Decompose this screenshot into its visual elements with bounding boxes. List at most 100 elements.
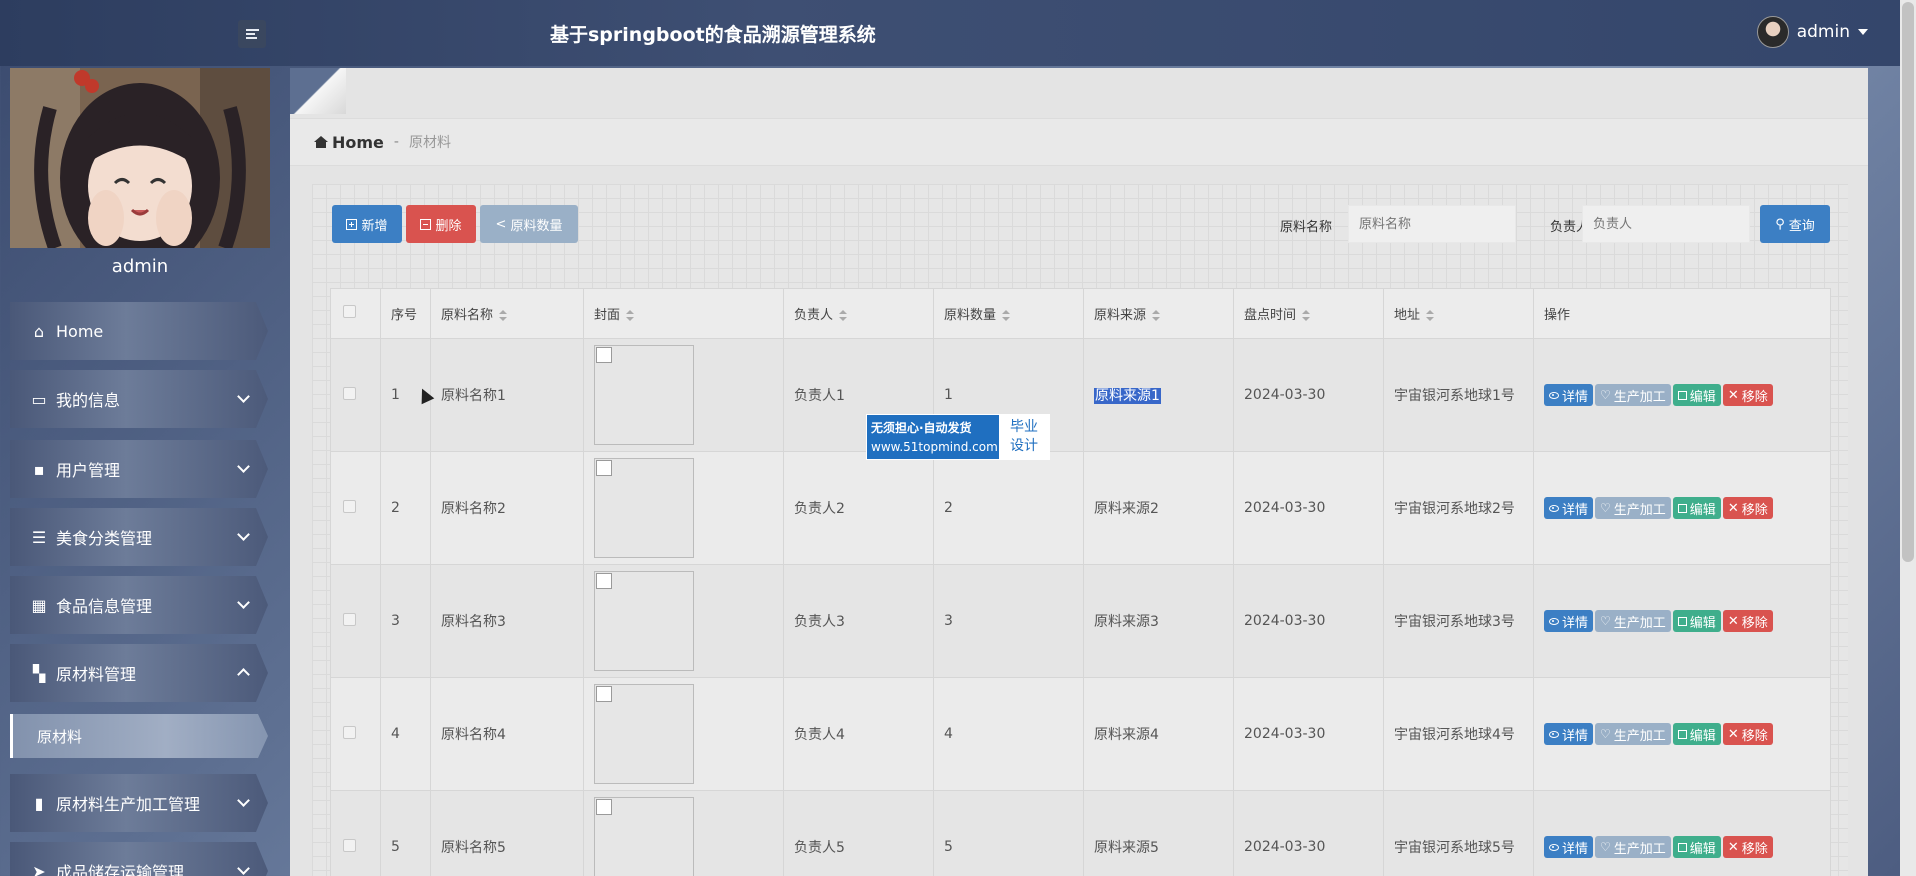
remove-button[interactable]: ✕ 移除 bbox=[1722, 497, 1773, 519]
row-checkbox[interactable] bbox=[343, 725, 356, 739]
produce-button[interactable]: ♡ 生产加工 bbox=[1595, 497, 1671, 519]
page-curl-decoration bbox=[290, 68, 346, 114]
sidebar-item-food-info[interactable]: ▦ 食品信息管理 bbox=[10, 576, 268, 634]
edit-label: 编辑 bbox=[1689, 841, 1716, 857]
edit-button[interactable]: 编辑 bbox=[1672, 497, 1721, 519]
cell-index: 5 bbox=[391, 839, 400, 855]
chevron-down-icon bbox=[237, 596, 250, 609]
column-header[interactable]: 盘点时间 bbox=[1233, 288, 1384, 339]
column-header: 序号 bbox=[380, 288, 431, 339]
edit-button[interactable]: 编辑 bbox=[1672, 836, 1721, 858]
breadcrumb-home[interactable]: Home bbox=[314, 133, 384, 152]
detail-button[interactable]: 详情 bbox=[1544, 497, 1594, 519]
edit-button[interactable]: 编辑 bbox=[1672, 723, 1721, 745]
detail-label: 详情 bbox=[1562, 502, 1589, 518]
top-bar: 基于springboot的食品溯源管理系统 admin bbox=[0, 0, 1916, 66]
cell-quantity: 4 bbox=[944, 726, 953, 742]
produce-button[interactable]: ♡ 生产加工 bbox=[1595, 723, 1671, 745]
remove-button[interactable]: ✕ 移除 bbox=[1722, 384, 1773, 406]
detail-button[interactable]: 详情 bbox=[1544, 384, 1594, 406]
sidebar-item-home[interactable]: ⌂ Home bbox=[10, 302, 268, 360]
share-icon: < bbox=[495, 216, 507, 232]
sidebar-item-food-category[interactable]: ☰ 美食分类管理 bbox=[10, 508, 268, 566]
table-row[interactable]: 3 原料名称3 负责人3 3 原料来源3 2024-03-30 宇宙银河系地球3号 详情 ♡ 生产… bbox=[330, 564, 1831, 678]
remove-button[interactable]: ✕ 移除 bbox=[1722, 723, 1773, 745]
edit-icon bbox=[1677, 729, 1687, 739]
close-icon: ✕ bbox=[1727, 500, 1739, 516]
sidebar-subitem-raw-material[interactable]: 原材料 bbox=[10, 714, 268, 758]
row-checkbox[interactable] bbox=[343, 612, 356, 626]
heart-icon: ♡ bbox=[1600, 501, 1611, 515]
cover-image bbox=[594, 458, 694, 558]
sort-icon[interactable] bbox=[626, 309, 635, 322]
column-header[interactable]: 负责人 bbox=[783, 288, 934, 339]
edit-icon bbox=[1677, 616, 1687, 626]
sidebar-item-label: 美食分类管理 bbox=[56, 529, 153, 548]
cell-index: 2 bbox=[391, 500, 400, 516]
detail-label: 详情 bbox=[1562, 728, 1589, 744]
row-checkbox[interactable] bbox=[343, 838, 356, 852]
quantity-button[interactable]: < 原料数量 bbox=[480, 205, 578, 243]
sidebar-item-processing[interactable]: ▮ 原材料生产加工管理 bbox=[10, 774, 268, 832]
cell-index: 4 bbox=[391, 726, 400, 742]
scrollbar-thumb[interactable] bbox=[1902, 2, 1914, 562]
produce-button[interactable]: ♡ 生产加工 bbox=[1595, 836, 1671, 858]
sidebar-item-storage[interactable]: ➤ 成品储存运输管理 bbox=[10, 842, 268, 876]
column-header: 操作 bbox=[1533, 288, 1831, 339]
cell-source: 原料来源2 bbox=[1094, 501, 1159, 517]
table-row[interactable]: 5 原料名称5 负责人5 5 原料来源5 2024-03-30 宇宙银河系地球5号 详情 ♡ 生产… bbox=[330, 790, 1831, 876]
sort-icon[interactable] bbox=[839, 309, 848, 322]
name-search-input[interactable] bbox=[1348, 205, 1516, 243]
breadcrumb-home-label: Home bbox=[332, 132, 384, 152]
row-checkbox[interactable] bbox=[343, 386, 356, 400]
select-all-checkbox[interactable] bbox=[343, 305, 356, 318]
sort-icon[interactable] bbox=[499, 309, 508, 322]
column-header[interactable]: 原料来源 bbox=[1083, 288, 1234, 339]
column-header[interactable]: 原料数量 bbox=[933, 288, 1084, 339]
eye-icon bbox=[1549, 730, 1559, 738]
cell-date: 2024-03-30 bbox=[1244, 839, 1326, 855]
column-header[interactable]: 原料名称 bbox=[430, 288, 584, 339]
table-row[interactable]: 1 原料名称1 负责人1 1 原料来源1 2024-03-30 宇宙银河系地球1号 详情 ♡ 生产… bbox=[330, 338, 1831, 452]
sort-icon[interactable] bbox=[1426, 309, 1435, 322]
produce-label: 生产加工 bbox=[1613, 502, 1666, 518]
cell-person: 负责人3 bbox=[794, 614, 845, 630]
sidebar-item-my-info[interactable]: ▭ 我的信息 bbox=[10, 370, 268, 428]
column-header[interactable]: 地址 bbox=[1383, 288, 1534, 339]
remove-label: 移除 bbox=[1741, 502, 1768, 518]
eye-icon bbox=[1549, 617, 1559, 625]
add-button[interactable]: 新增 bbox=[332, 205, 402, 243]
user-menu[interactable]: admin bbox=[1756, 16, 1868, 48]
detail-button[interactable]: 详情 bbox=[1544, 610, 1594, 632]
row-checkbox[interactable] bbox=[343, 499, 356, 513]
search-button[interactable]: ⚲ 查询 bbox=[1760, 205, 1830, 243]
chevron-down-icon bbox=[237, 528, 250, 541]
delete-button[interactable]: 删除 bbox=[406, 205, 476, 243]
sort-icon[interactable] bbox=[1152, 309, 1161, 322]
sort-icon[interactable] bbox=[1002, 309, 1011, 322]
remove-button[interactable]: ✕ 移除 bbox=[1722, 610, 1773, 632]
cell-date: 2024-03-30 bbox=[1244, 387, 1326, 403]
broken-image-icon bbox=[596, 573, 612, 589]
heart-icon: ♡ bbox=[1600, 614, 1611, 628]
table-row[interactable]: 2 原料名称2 负责人2 2 原料来源2 2024-03-30 宇宙银河系地球2号 详情 ♡ 生产… bbox=[330, 451, 1831, 565]
produce-button[interactable]: ♡ 生产加工 bbox=[1595, 384, 1671, 406]
column-header[interactable]: 封面 bbox=[583, 288, 784, 339]
edit-button[interactable]: 编辑 bbox=[1672, 610, 1721, 632]
detail-button[interactable]: 详情 bbox=[1544, 836, 1594, 858]
sidebar-item-users[interactable]: ▪ 用户管理 bbox=[10, 440, 268, 498]
cell-date: 2024-03-30 bbox=[1244, 613, 1326, 629]
plus-square-icon bbox=[346, 218, 358, 230]
table-row[interactable]: 4 原料名称4 负责人4 4 原料来源4 2024-03-30 宇宙银河系地球4号 详情 ♡ 生产… bbox=[330, 677, 1831, 791]
sidebar-item-raw-material[interactable]: ▚ 原材料管理 bbox=[10, 644, 268, 702]
remove-button[interactable]: ✕ 移除 bbox=[1722, 836, 1773, 858]
person-search-input[interactable] bbox=[1582, 205, 1750, 243]
sort-icon[interactable] bbox=[1302, 309, 1311, 322]
edit-button[interactable]: 编辑 bbox=[1672, 384, 1721, 406]
page-scrollbar[interactable] bbox=[1900, 0, 1916, 876]
produce-button[interactable]: ♡ 生产加工 bbox=[1595, 610, 1671, 632]
add-button-label: 新增 bbox=[361, 218, 388, 234]
remove-label: 移除 bbox=[1741, 615, 1768, 631]
menu-toggle-button[interactable] bbox=[238, 20, 266, 48]
detail-button[interactable]: 详情 bbox=[1544, 723, 1594, 745]
